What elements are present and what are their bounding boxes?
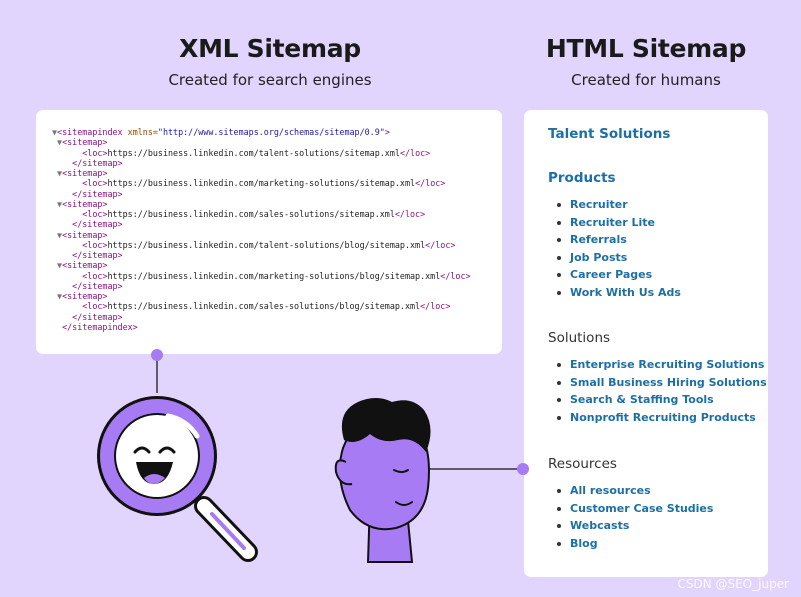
watermark: CSDN @SEO_juper	[677, 577, 789, 591]
illustration	[97, 349, 529, 563]
person-head-icon	[334, 398, 431, 563]
xml-connector	[151, 349, 163, 393]
magnifier-icon	[97, 396, 258, 562]
html-connector	[428, 463, 529, 475]
